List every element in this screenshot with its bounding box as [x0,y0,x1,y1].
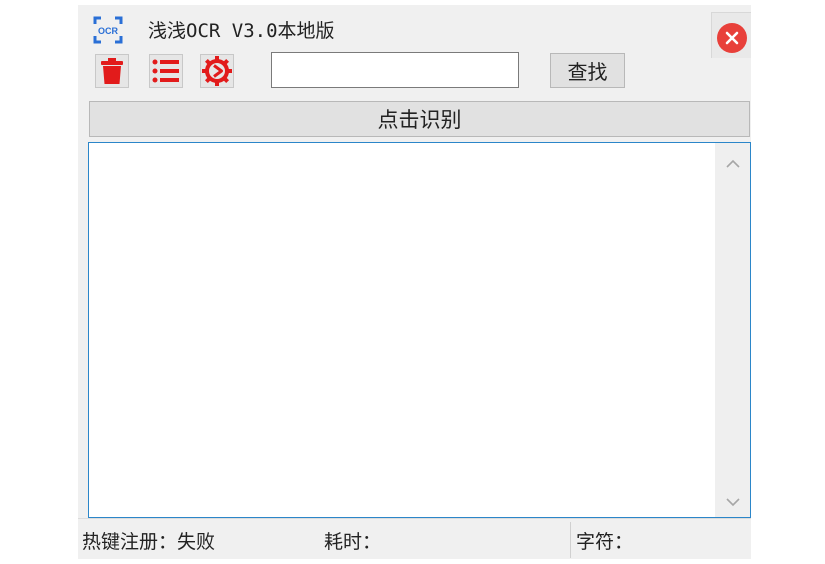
search-input[interactable] [271,52,519,88]
settings-button[interactable] [200,54,234,88]
history-list-button[interactable] [149,54,183,88]
close-icon [725,31,739,45]
hotkey-label: 热键注册： [82,531,178,553]
chars-status: 字符： [576,527,633,554]
recognize-button[interactable]: 点击识别 [89,101,750,137]
status-bar: 热键注册：失败 耗时： 字符： [78,518,751,559]
scroll-up-button[interactable] [724,155,742,173]
status-bar-divider [78,518,751,519]
time-label: 耗时： [324,531,382,553]
time-status: 耗时： [324,527,381,554]
scroll-down-button[interactable] [724,493,742,511]
logo-text: OCR [98,26,119,36]
gear-icon [202,56,232,86]
window-title: 浅浅OCR V3.0本地版 [148,20,335,42]
trash-icon [101,58,123,84]
chevron-down-icon [726,498,740,507]
hotkey-value: 失败 [177,531,216,553]
ocr-result-textarea[interactable] [88,142,751,518]
status-separator [570,522,571,558]
list-icon [152,59,179,83]
close-button[interactable] [717,23,747,53]
ocr-logo-icon: OCR [93,15,123,45]
find-button[interactable]: 查找 [550,53,625,88]
app-window: OCR 浅浅OCR V3.0本地版 查找 点击识别 热键注册：失败 耗时： 字符… [78,5,751,559]
delete-button[interactable] [95,54,129,88]
chevron-up-icon [726,159,740,168]
hotkey-status: 热键注册：失败 [82,527,215,554]
vertical-scrollbar[interactable] [715,143,750,517]
close-button-area[interactable] [711,12,751,58]
chars-label: 字符： [576,531,634,553]
